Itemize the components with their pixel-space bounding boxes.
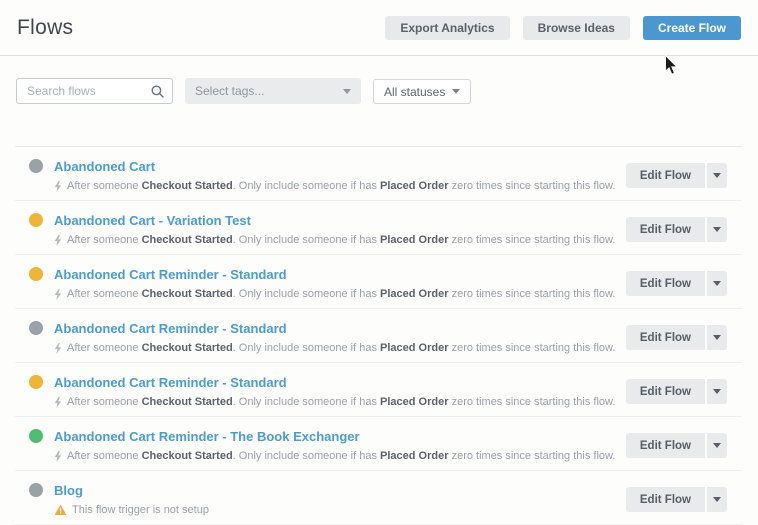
flow-description: After someone Checkout Started. Only inc…: [54, 180, 626, 192]
edit-flow-dropdown-button[interactable]: [707, 217, 727, 242]
flow-description-text: After someone Checkout Started. Only inc…: [67, 396, 615, 408]
filter-bar: Select tags... All statuses: [0, 56, 758, 104]
edit-flow-button[interactable]: Edit Flow: [626, 433, 705, 458]
lightning-icon: [54, 397, 62, 408]
lightning-icon: [54, 235, 62, 246]
flow-description: After someone Checkout Started. Only inc…: [54, 288, 626, 300]
flow-description-text: After someone Checkout Started. Only inc…: [67, 288, 615, 300]
flow-row: Abandoned Cart After someone Checkout St…: [15, 147, 742, 201]
chevron-down-icon: [452, 89, 460, 94]
search-icon: [151, 85, 164, 98]
flow-actions: Edit Flow: [626, 487, 727, 512]
flow-row: Abandoned Cart Reminder - Standard After…: [15, 255, 742, 309]
flow-list: Abandoned Cart After someone Checkout St…: [15, 146, 742, 525]
lightning-icon: [54, 343, 62, 354]
flow-row: Blog This flow trigger is not setup: [15, 471, 742, 525]
create-flow-button[interactable]: Create Flow: [643, 16, 741, 40]
flow-name-link[interactable]: Abandoned Cart Reminder - Standard: [54, 268, 287, 282]
export-analytics-button[interactable]: Export Analytics: [385, 16, 509, 40]
chevron-down-icon: [713, 281, 721, 286]
chevron-down-icon: [713, 335, 721, 340]
flow-name-link[interactable]: Abandoned Cart - Variation Test: [54, 214, 251, 228]
search-box: [16, 78, 173, 104]
flow-info: Abandoned Cart - Variation Test After so…: [54, 212, 626, 246]
flow-description: After someone Checkout Started. Only inc…: [54, 234, 626, 246]
status-dot: [29, 483, 43, 497]
flow-name-link[interactable]: Blog: [54, 484, 83, 498]
edit-flow-dropdown-button[interactable]: [707, 271, 727, 296]
flow-info: Abandoned Cart After someone Checkout St…: [54, 158, 626, 192]
edit-flow-button[interactable]: Edit Flow: [626, 487, 705, 512]
flow-row: Abandoned Cart Reminder - Standard After…: [15, 363, 742, 417]
edit-flow-dropdown-button[interactable]: [707, 433, 727, 458]
edit-flow-button[interactable]: Edit Flow: [626, 379, 705, 404]
page-title: Flows: [17, 16, 73, 40]
top-actions: Export Analytics Browse Ideas Create Flo…: [385, 16, 741, 40]
status-dot: [29, 159, 43, 173]
edit-flow-button[interactable]: Edit Flow: [626, 325, 705, 350]
chevron-down-icon: [713, 173, 721, 178]
flow-description: After someone Checkout Started. Only inc…: [54, 450, 626, 462]
edit-flow-dropdown-button[interactable]: [707, 163, 727, 188]
chevron-down-icon: [713, 389, 721, 394]
lightning-icon: [54, 451, 62, 462]
flow-info: Abandoned Cart Reminder - Standard After…: [54, 266, 626, 300]
flow-row: Abandoned Cart - Variation Test After so…: [15, 201, 742, 255]
chevron-down-icon: [713, 497, 721, 502]
lightning-icon: [54, 289, 62, 300]
edit-flow-dropdown-button[interactable]: [707, 487, 727, 512]
chevron-down-icon: [343, 89, 351, 94]
flow-description-text: After someone Checkout Started. Only inc…: [67, 180, 615, 192]
flow-name-link[interactable]: Abandoned Cart Reminder - The Book Excha…: [54, 430, 360, 444]
edit-flow-dropdown-button[interactable]: [707, 379, 727, 404]
flow-actions: Edit Flow: [626, 433, 727, 458]
flow-name-link[interactable]: Abandoned Cart Reminder - Standard: [54, 322, 287, 336]
flow-description: This flow trigger is not setup: [54, 504, 626, 516]
chevron-down-icon: [713, 443, 721, 448]
status-select-label: All statuses: [384, 85, 445, 99]
chevron-down-icon: [713, 227, 721, 232]
flow-description: After someone Checkout Started. Only inc…: [54, 342, 626, 354]
flow-info: Abandoned Cart Reminder - Standard After…: [54, 374, 626, 408]
status-dot: [29, 267, 43, 281]
tags-select-label: Select tags...: [195, 84, 264, 98]
status-select[interactable]: All statuses: [373, 79, 471, 104]
status-dot: [29, 375, 43, 389]
flow-description-text: After someone Checkout Started. Only inc…: [67, 234, 615, 246]
flow-info: Abandoned Cart Reminder - Standard After…: [54, 320, 626, 354]
top-bar: Flows Export Analytics Browse Ideas Crea…: [0, 0, 758, 56]
lightning-icon: [54, 181, 62, 192]
flow-row: Abandoned Cart Reminder - Standard After…: [15, 309, 742, 363]
flow-actions: Edit Flow: [626, 379, 727, 404]
flow-actions: Edit Flow: [626, 271, 727, 296]
flow-row: Abandoned Cart Reminder - The Book Excha…: [15, 417, 742, 471]
status-dot: [29, 321, 43, 335]
flow-info: Blog This flow trigger is not setup: [54, 482, 626, 516]
edit-flow-button[interactable]: Edit Flow: [626, 217, 705, 242]
edit-flow-button[interactable]: Edit Flow: [626, 163, 705, 188]
flow-info: Abandoned Cart Reminder - The Book Excha…: [54, 428, 626, 462]
warning-icon: [54, 504, 67, 516]
flow-name-link[interactable]: Abandoned Cart Reminder - Standard: [54, 376, 287, 390]
flow-actions: Edit Flow: [626, 325, 727, 350]
flow-name-link[interactable]: Abandoned Cart: [54, 160, 155, 174]
status-dot: [29, 429, 43, 443]
flow-actions: Edit Flow: [626, 217, 727, 242]
status-dot: [29, 213, 43, 227]
edit-flow-dropdown-button[interactable]: [707, 325, 727, 350]
flow-description: After someone Checkout Started. Only inc…: [54, 396, 626, 408]
search-input[interactable]: [25, 83, 151, 99]
flow-description-text: After someone Checkout Started. Only inc…: [67, 342, 615, 354]
tags-select[interactable]: Select tags...: [185, 78, 361, 104]
flow-actions: Edit Flow: [626, 163, 727, 188]
browse-ideas-button[interactable]: Browse Ideas: [523, 16, 630, 40]
flow-description-text: This flow trigger is not setup: [72, 504, 209, 516]
flow-description-text: After someone Checkout Started. Only inc…: [67, 450, 615, 462]
edit-flow-button[interactable]: Edit Flow: [626, 271, 705, 296]
